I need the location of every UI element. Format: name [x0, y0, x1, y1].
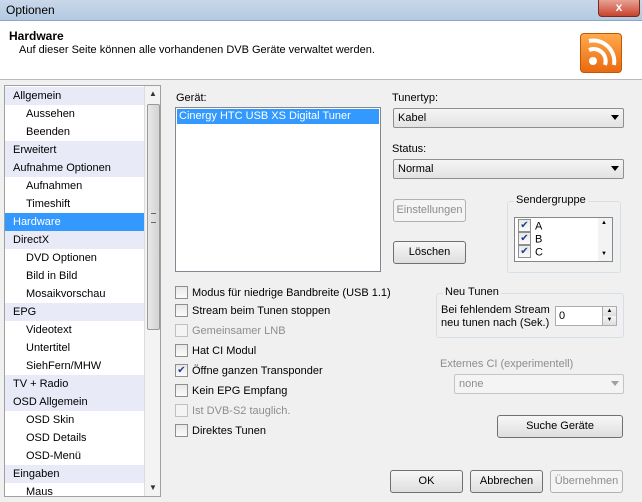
- tuner-type-value: Kabel: [398, 112, 427, 124]
- external-ci-value: none: [459, 378, 484, 390]
- scroll-down-icon[interactable]: ▼: [145, 480, 160, 496]
- option-label: Modus für niedrige Bandbreite (USB 1.1): [192, 287, 391, 299]
- chevron-up-icon[interactable]: ▲: [602, 307, 616, 316]
- checkbox-icon[interactable]: [175, 423, 188, 437]
- chevron-down-icon[interactable]: ▼: [602, 316, 616, 325]
- nav-item[interactable]: OSD-Menü: [5, 447, 144, 465]
- page-header: Hardware Auf dieser Seite können alle vo…: [0, 21, 642, 80]
- nav-item[interactable]: Beenden: [5, 123, 144, 141]
- nav-item[interactable]: Eingaben: [5, 465, 144, 483]
- checkbox-icon[interactable]: [175, 343, 188, 357]
- scroll-up-icon[interactable]: ▲: [145, 86, 160, 102]
- nav-item[interactable]: Allgemein: [5, 87, 144, 105]
- retune-text-line2: neu tunen nach (Sek.): [441, 317, 550, 329]
- page-title: Hardware: [9, 29, 64, 43]
- nav-item[interactable]: DVD Optionen: [5, 249, 144, 267]
- retune-title: Neu Tunen: [443, 286, 501, 298]
- category-tree[interactable]: Allgemein Aussehen Beenden Erweitert Aufnahm…: [4, 85, 161, 497]
- chevron-down-icon: [611, 381, 619, 386]
- checkbox-icon[interactable]: [175, 403, 188, 417]
- tree-scrollbar[interactable]: ▲ ▼: [144, 86, 160, 496]
- option-checkbox-row[interactable]: Hat CI Modul: [175, 342, 256, 360]
- retune-seconds-stepper[interactable]: 0 ▲ ▼: [555, 306, 617, 326]
- option-checkbox-row[interactable]: Kein EPG Empfang: [175, 382, 287, 400]
- device-list[interactable]: Cinergy HTC USB XS Digital Tuner: [175, 107, 381, 272]
- nav-item[interactable]: Timeshift: [5, 195, 144, 213]
- device-list-item[interactable]: Cinergy HTC USB XS Digital Tuner: [177, 109, 379, 124]
- option-checkbox-row[interactable]: Direktes Tunen: [175, 422, 266, 440]
- external-ci-label: Externes CI (experimentell): [440, 358, 574, 370]
- device-label: Gerät:: [176, 92, 207, 104]
- checkbox-checked-icon[interactable]: ✔: [175, 363, 188, 377]
- option-checkbox-row[interactable]: Gemeinsamer LNB: [175, 322, 286, 340]
- apply-button[interactable]: Übernehmen: [550, 470, 623, 493]
- option-checkbox-row[interactable]: Stream beim Tunen stoppen: [175, 302, 330, 320]
- nav-item[interactable]: Aussehen: [5, 105, 144, 123]
- search-devices-button[interactable]: Suche Geräte: [497, 415, 623, 438]
- sendergruppe-title: Sendergruppe: [514, 194, 588, 206]
- option-checkbox-row[interactable]: ✔ Öffne ganzen Transponder: [175, 362, 323, 380]
- checkbox-icon[interactable]: [175, 323, 188, 337]
- delete-button[interactable]: Löschen: [393, 241, 466, 264]
- page-subtitle: Auf dieser Seite können alle vorhandenen…: [19, 44, 375, 56]
- nav-item[interactable]: Maus: [5, 483, 144, 496]
- status-value: Normal: [398, 163, 434, 175]
- nav-item[interactable]: SiehFern/MHW: [5, 357, 144, 375]
- status-select[interactable]: Normal: [393, 159, 624, 179]
- nav-item[interactable]: Hardware: [5, 213, 144, 231]
- chevron-down-icon: [611, 166, 619, 171]
- checkbox-checked-icon[interactable]: ✔: [518, 232, 531, 245]
- nav-item[interactable]: OSD Details: [5, 429, 144, 447]
- nav-item[interactable]: Mosaikvorschau: [5, 285, 144, 303]
- sendergruppe-scrollbar[interactable]: ▲ ▼: [598, 218, 612, 261]
- sendergruppe-item[interactable]: ✔ C: [518, 245, 543, 259]
- chevron-down-icon: [611, 115, 619, 120]
- nav-item[interactable]: TV + Radio: [5, 375, 144, 393]
- retune-seconds-value: 0: [559, 310, 566, 322]
- checkbox-checked-icon[interactable]: ✔: [518, 245, 531, 258]
- checkbox-icon[interactable]: [175, 303, 188, 317]
- scroll-down-icon[interactable]: ▼: [601, 251, 607, 257]
- option-label: Gemeinsamer LNB: [192, 325, 286, 337]
- checkbox-checked-icon[interactable]: ✔: [518, 219, 531, 232]
- status-label: Status:: [392, 143, 427, 155]
- external-ci-select[interactable]: none: [454, 374, 624, 394]
- option-label: Stream beim Tunen stoppen: [192, 305, 331, 317]
- checkbox-icon[interactable]: [175, 383, 188, 397]
- window-title: Optionen: [6, 3, 55, 17]
- nav-item[interactable]: OSD Allgemein: [5, 393, 144, 411]
- option-label: Hat CI Modul: [192, 345, 257, 357]
- option-checkbox-row[interactable]: Ist DVB-S2 tauglich.: [175, 402, 290, 420]
- nav-item[interactable]: Erweitert: [5, 141, 144, 159]
- ok-button[interactable]: OK: [390, 470, 463, 493]
- checkbox-icon[interactable]: [175, 285, 188, 299]
- nav-item[interactable]: EPG: [5, 303, 144, 321]
- option-label: Öffne ganzen Transponder: [192, 365, 323, 377]
- tuner-type-select[interactable]: Kabel: [393, 108, 624, 128]
- nav-item[interactable]: DirectX: [5, 231, 144, 249]
- nav-item[interactable]: Untertitel: [5, 339, 144, 357]
- dvb-logo-icon: [580, 33, 622, 73]
- cancel-button[interactable]: Abbrechen: [470, 470, 543, 493]
- nav-item[interactable]: Bild in Bild: [5, 267, 144, 285]
- close-button[interactable]: x: [598, 0, 640, 17]
- nav-item[interactable]: Aufnahmen: [5, 177, 144, 195]
- option-label: Ist DVB-S2 tauglich.: [192, 405, 291, 417]
- scroll-up-icon[interactable]: ▲: [601, 220, 607, 226]
- option-label: Direktes Tunen: [192, 425, 266, 437]
- title-bar: Optionen x: [0, 0, 642, 21]
- option-checkbox-row[interactable]: Modus für niedrige Bandbreite (USB 1.1): [175, 284, 391, 302]
- nav-item[interactable]: Aufnahme Optionen: [5, 159, 144, 177]
- tuner-type-label: Tunertyp:: [392, 92, 439, 104]
- retune-text-line1: Bei fehlendem Stream: [441, 304, 550, 316]
- option-label: Kein EPG Empfang: [192, 385, 288, 397]
- settings-button[interactable]: Einstellungen: [393, 199, 466, 222]
- nav-item[interactable]: Videotext: [5, 321, 144, 339]
- nav-item[interactable]: OSD Skin: [5, 411, 144, 429]
- sendergruppe-list[interactable]: ✔ A ✔ B ✔ C ▲ ▼: [514, 217, 613, 262]
- scrollbar-thumb[interactable]: [147, 104, 160, 330]
